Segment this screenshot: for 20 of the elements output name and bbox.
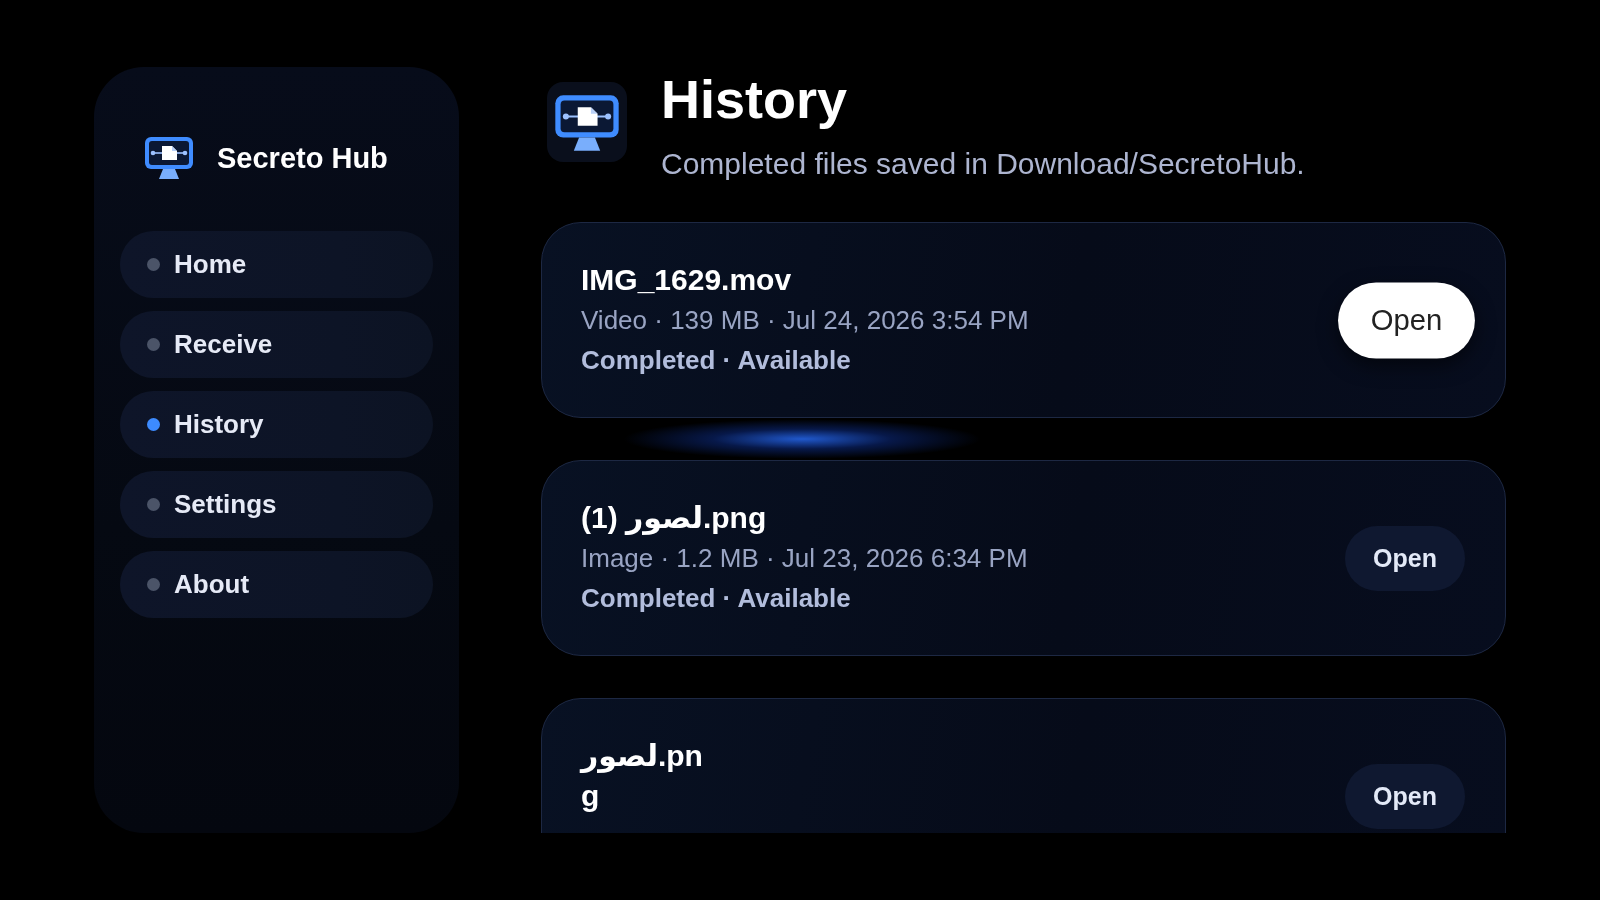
file-details: Video · 139 MB · Jul 24, 2026 3:54 PM	[581, 304, 1029, 337]
file-details: Image · 1.2 MB · Jul 23, 2026 6:34 PM	[581, 542, 1028, 575]
nav-item[interactable]: Receive	[120, 311, 433, 378]
nav-item[interactable]: About	[120, 551, 433, 618]
open-button[interactable]: Open	[1337, 282, 1475, 358]
nav-item[interactable]: History	[120, 391, 433, 458]
file-name: لصور.png	[581, 738, 704, 814]
file-name: لصور (1).png	[581, 500, 768, 537]
file-name: IMG_1629.mov	[581, 262, 793, 298]
monitor-icon	[547, 82, 627, 162]
app-name: Secreto Hub	[217, 141, 388, 175]
page-title: History	[661, 68, 849, 131]
file-status: Completed · Available	[581, 582, 852, 615]
nav-item[interactable]: Home	[120, 231, 433, 298]
file-status: Completed · Available	[581, 344, 852, 377]
nav-item[interactable]: Settings	[120, 471, 433, 538]
monitor-icon	[144, 136, 194, 180]
page-subtitle: Completed files saved in Download/SecretoHub.	[661, 146, 1305, 182]
open-button[interactable]: Open	[1345, 525, 1465, 591]
open-button[interactable]: Open	[1345, 763, 1465, 829]
